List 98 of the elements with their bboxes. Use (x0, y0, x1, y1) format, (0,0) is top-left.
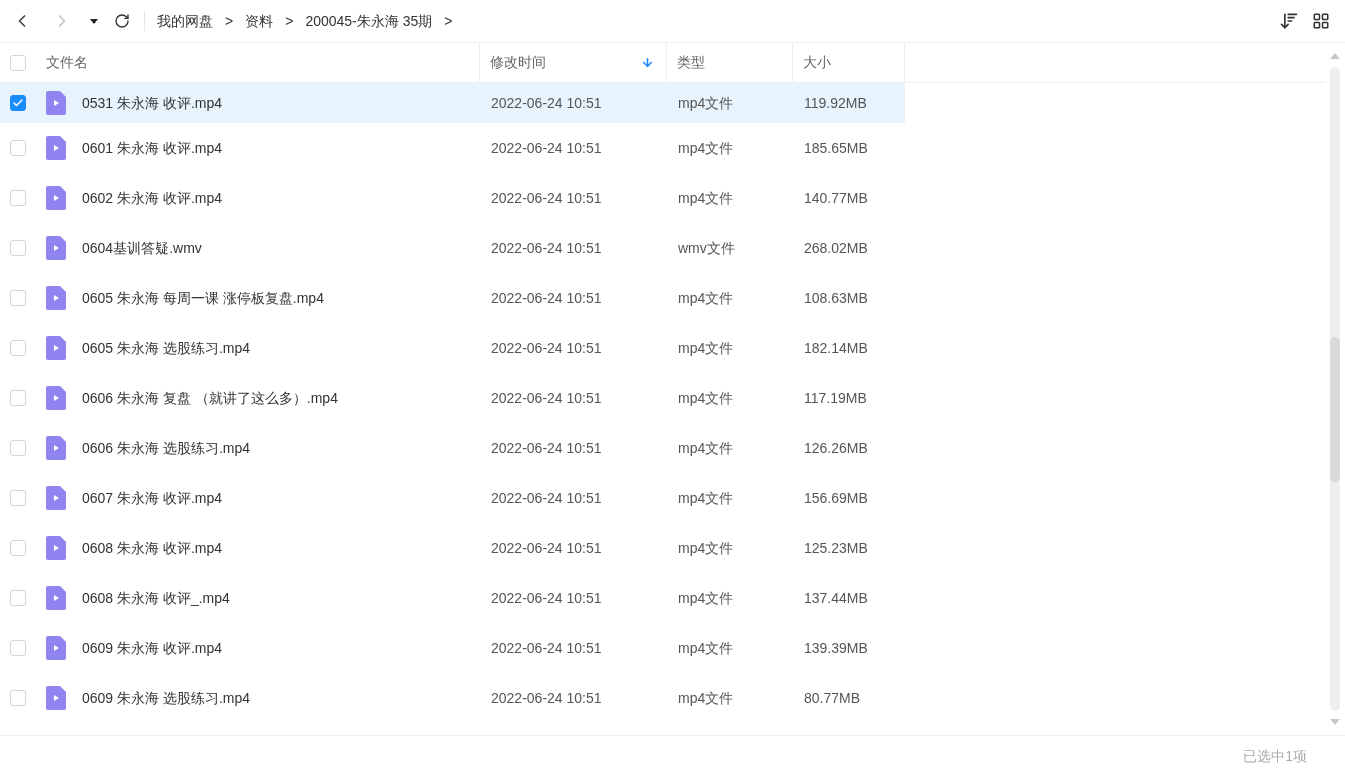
file-size: 139.39MB (803, 638, 869, 658)
file-name: 0531 朱永海 收评.mp4 (82, 93, 223, 113)
file-size: 137.44MB (803, 588, 869, 608)
file-size: 140.77MB (803, 188, 869, 208)
scrollbar-thumb[interactable] (1330, 337, 1340, 482)
video-file-icon (46, 286, 66, 310)
file-type: mp4文件 (677, 138, 735, 158)
file-row[interactable]: 0601 朱永海 收评.mp4 2022-06-24 10:51 mp4文件 185.65MB (0, 123, 905, 173)
checkbox[interactable] (10, 95, 26, 111)
modified-time: 2022-06-24 10:51 (490, 138, 603, 158)
caret-icon (90, 18, 98, 24)
file-size: 80.77MB (803, 688, 862, 708)
breadcrumb-link[interactable]: 200045-朱永海 35期 (305, 10, 433, 32)
sort-icon (1279, 11, 1299, 31)
video-file-icon (46, 186, 66, 210)
selection-status: 已选中1项 (1243, 746, 1307, 766)
file-size: 185.65MB (803, 138, 869, 158)
breadcrumb-separator: > (444, 11, 453, 31)
file-type: mp4文件 (677, 688, 735, 708)
breadcrumb-separator: > (285, 11, 294, 31)
file-type: mp4文件 (677, 588, 735, 608)
file-name: 0609 朱永海 收评.mp4 (82, 638, 223, 658)
file-name: 0602 朱永海 收评.mp4 (82, 188, 223, 208)
file-row[interactable]: 0604基训答疑.wmv 2022-06-24 10:51 wmv文件 268.02MB (0, 223, 905, 273)
video-file-icon (46, 236, 66, 260)
file-row[interactable]: 0606 朱永海 复盘 （就讲了这么多）.mp4 2022-06-24 10:51 mp4文件 117.19MB (0, 373, 905, 423)
file-name: 0606 朱永海 复盘 （就讲了这么多）.mp4 (82, 388, 338, 408)
file-size: 126.26MB (803, 438, 869, 458)
video-file-icon (46, 91, 66, 115)
modified-time: 2022-06-24 10:51 (490, 288, 603, 308)
file-size: 117.19MB (803, 388, 868, 408)
video-file-icon (46, 136, 66, 160)
file-name: 0604基训答疑.wmv (82, 238, 202, 258)
file-row[interactable]: 0609 朱永海 收评.mp4 2022-06-24 10:51 mp4文件 139.39MB (0, 623, 905, 673)
file-row[interactable]: 0605 朱永海 每周一课 涨停板复盘.mp4 2022-06-24 10:51 mp4文件 108.63MB (0, 273, 905, 323)
file-size: 268.02MB (803, 238, 869, 258)
breadcrumb-link[interactable]: 我的网盘 (157, 10, 213, 32)
file-row[interactable]: 0606 朱永海 选股练习.mp4 2022-06-24 10:51 mp4文件 126.26MB (0, 423, 905, 473)
file-row[interactable]: 0607 朱永海 收评.mp4 2022-06-24 10:51 mp4文件 156.69MB (0, 473, 905, 523)
file-type: mp4文件 (677, 288, 735, 308)
breadcrumb-separator: > (225, 11, 234, 31)
modified-time: 2022-06-24 10:51 (490, 688, 603, 708)
file-type: mp4文件 (677, 388, 735, 408)
file-type: mp4文件 (677, 438, 735, 458)
file-name: 0608 朱永海 收评.mp4 (82, 538, 223, 558)
file-name: 0605 朱永海 每周一课 涨停板复盘.mp4 (82, 288, 324, 308)
modified-time: 2022-06-24 10:51 (490, 438, 603, 458)
video-file-icon (46, 436, 66, 460)
file-row[interactable]: 0609 朱永海 选股练习.mp4 2022-06-24 10:51 mp4文件 80.77MB (0, 673, 905, 723)
column-header[interactable]: 类型 (667, 43, 793, 82)
scroll-down-arrow-icon (1330, 719, 1340, 725)
file-name: 0607 朱永海 收评.mp4 (82, 488, 223, 508)
file-type: mp4文件 (677, 93, 735, 113)
file-type: mp4文件 (677, 488, 735, 508)
file-type: mp4文件 (677, 188, 735, 208)
modified-time: 2022-06-24 10:51 (490, 338, 603, 358)
video-file-icon (46, 536, 66, 560)
file-row[interactable]: 0602 朱永海 收评.mp4 2022-06-24 10:51 mp4文件 140.77MB (0, 173, 905, 223)
file-type: wmv文件 (677, 238, 736, 258)
file-size: 156.69MB (803, 488, 869, 508)
file-name: 0606 朱永海 选股练习.mp4 (82, 438, 251, 458)
modified-time: 2022-06-24 10:51 (490, 488, 603, 508)
refresh-button[interactable] (112, 11, 132, 31)
file-size: 108.63MB (803, 288, 869, 308)
sort-arrow-icon (641, 56, 654, 69)
modified-time: 2022-06-24 10:51 (490, 188, 603, 208)
breadcrumb-link[interactable]: 资料 (245, 10, 274, 32)
file-name: 0601 朱永海 收评.mp4 (82, 138, 223, 158)
video-file-icon (46, 486, 66, 510)
file-row[interactable]: 0608 朱永海 收评_.mp4 2022-06-24 10:51 mp4文件 137.44MB (0, 573, 905, 623)
file-type: mp4文件 (677, 638, 735, 658)
file-size: 125.23MB (803, 538, 869, 558)
modified-time: 2022-06-24 10:51 (490, 238, 603, 258)
file-name: 0609 朱永海 选股练习.mp4 (82, 688, 251, 708)
refresh-icon (114, 13, 130, 29)
modified-time: 2022-06-24 10:51 (490, 388, 603, 408)
video-file-icon (46, 386, 66, 410)
modified-time: 2022-06-24 10:51 (490, 638, 603, 658)
video-file-icon (46, 336, 66, 360)
video-file-icon (46, 686, 66, 710)
modified-time: 2022-06-24 10:51 (490, 538, 603, 558)
modified-time: 2022-06-24 10:51 (490, 588, 603, 608)
file-size: 119.92MB (803, 93, 868, 113)
file-type: mp4文件 (677, 338, 735, 358)
column-header[interactable]: 大小 (793, 43, 905, 82)
grid-view-icon (1312, 12, 1330, 30)
video-file-icon (46, 636, 66, 660)
file-row[interactable]: 0531 朱永海 收评.mp4 2022-06-24 10:51 mp4文件 119.92MB (0, 83, 905, 123)
file-row[interactable]: 0605 朱永海 选股练习.mp4 2022-06-24 10:51 mp4文件 182.14MB (0, 323, 905, 373)
modified-time: 2022-06-24 10:51 (490, 93, 603, 113)
file-size: 182.14MB (803, 338, 869, 358)
file-row[interactable]: 0608 朱永海 收评.mp4 2022-06-24 10:51 mp4文件 125.23MB (0, 523, 905, 573)
check-icon (12, 97, 24, 109)
file-name: 0608 朱永海 收评_.mp4 (82, 588, 230, 608)
file-type: mp4文件 (677, 538, 735, 558)
file-name: 0605 朱永海 选股练习.mp4 (82, 338, 251, 358)
video-file-icon (46, 586, 66, 610)
scroll-up-arrow-icon (1330, 53, 1340, 59)
